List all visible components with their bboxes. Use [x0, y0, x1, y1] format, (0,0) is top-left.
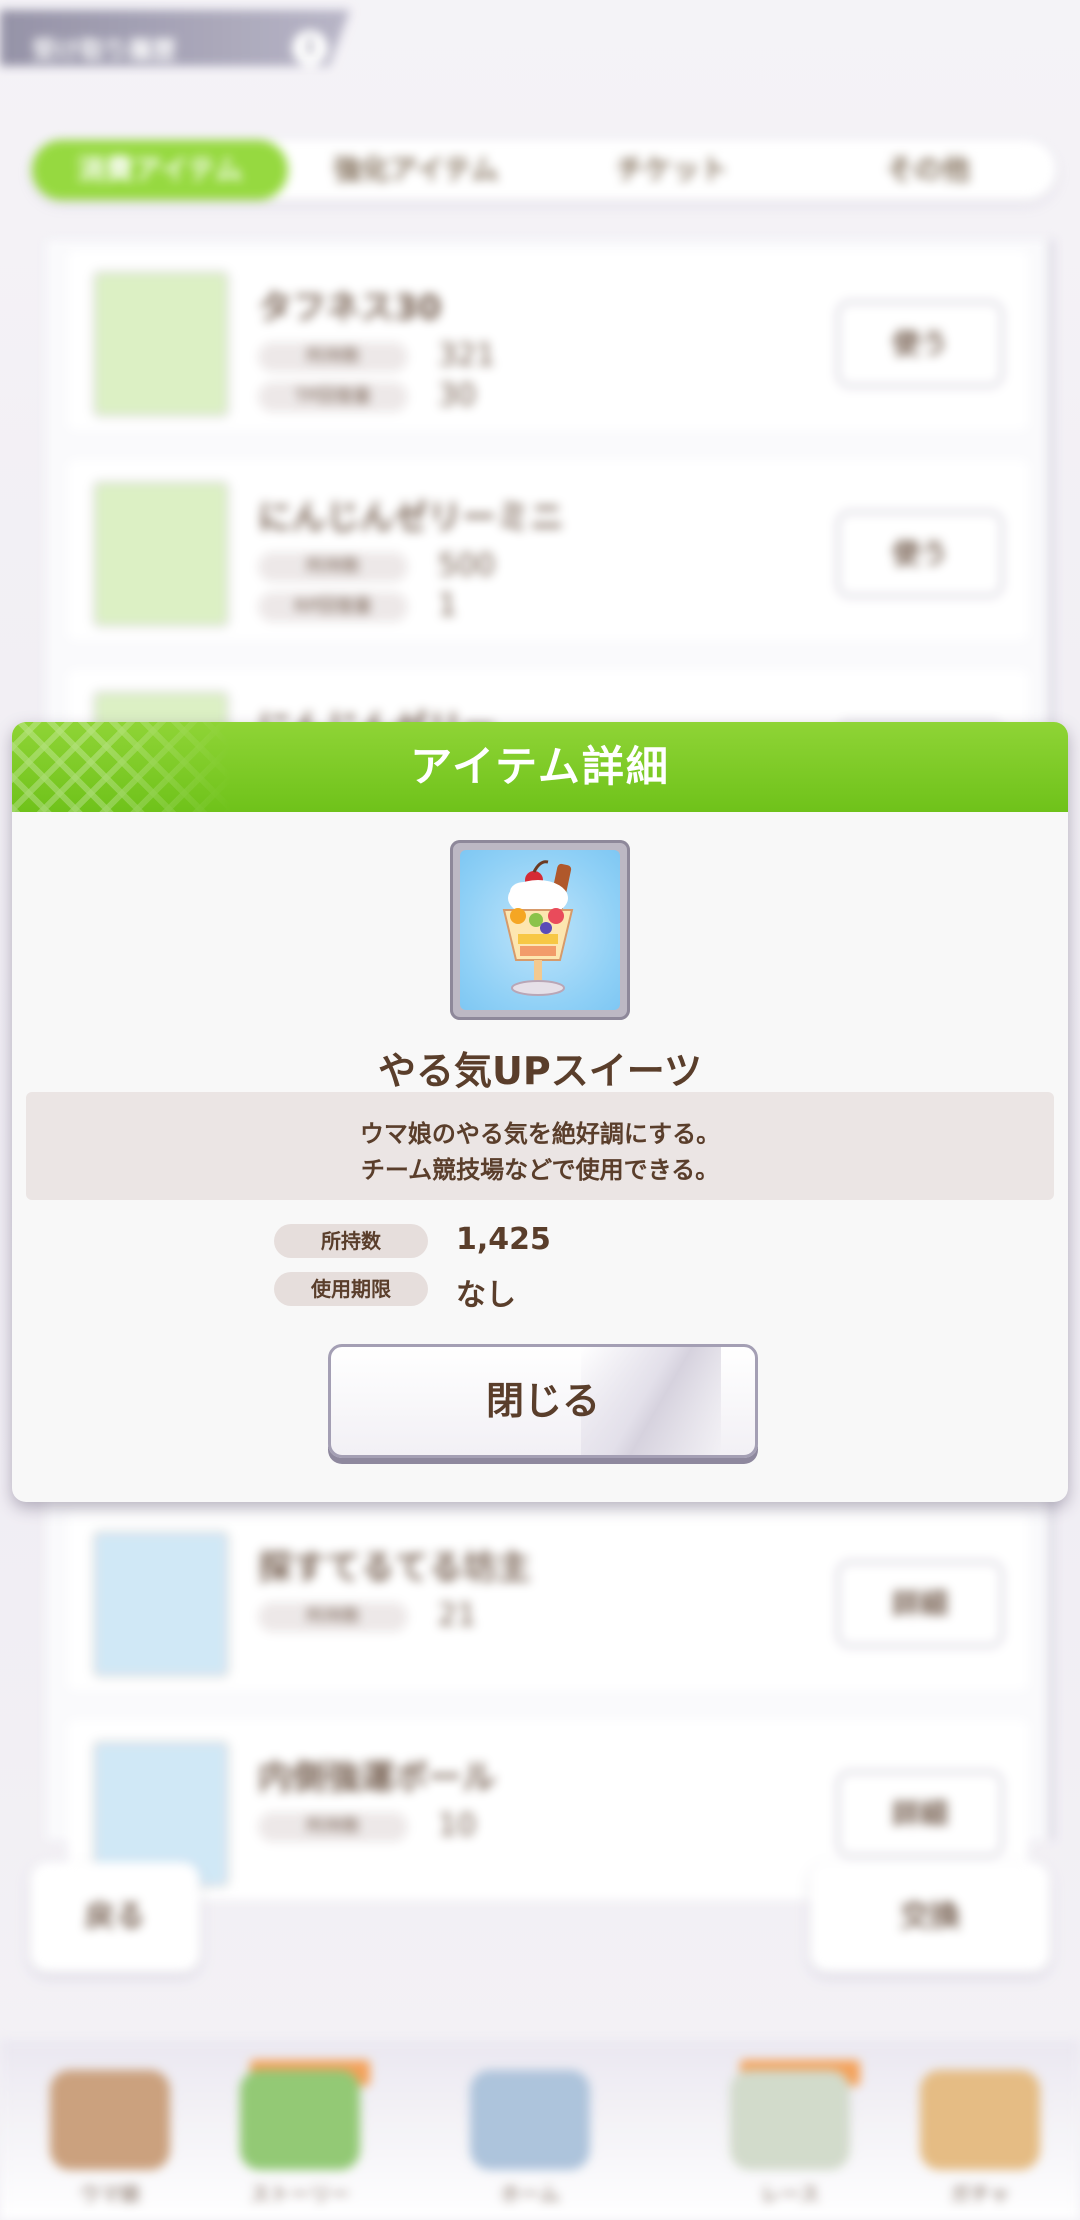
description-box: ウマ娘のやる気を絶好調にする。 チーム競技場などで使用できる。	[26, 1092, 1054, 1200]
owned-count-value: 1,425	[456, 1222, 551, 1257]
description-line: チーム競技場などで使用できる。	[360, 1156, 720, 1184]
dialog-title: アイテム詳細	[410, 742, 670, 791]
item-name: やる気UPスイーツ	[378, 1049, 702, 1093]
item-icon-frame	[450, 840, 630, 1020]
item-detail-dialog: アイテム詳細 やる気UPスイーツ ウマ娘のやる気を絶好調にする。 チーム競技場な…	[12, 722, 1068, 1502]
description-line: ウマ娘のやる気を絶好調にする。	[359, 1120, 721, 1148]
close-button-label: 閉じる	[485, 1379, 600, 1423]
expiry-label: 使用期限	[274, 1272, 428, 1306]
parfait-icon	[460, 850, 620, 1010]
dialog-header: アイテム詳細	[12, 722, 1068, 812]
owned-count-label: 所持数	[274, 1224, 428, 1258]
expiry-value: なし	[456, 1278, 516, 1313]
close-button[interactable]: 閉じる	[328, 1344, 758, 1458]
